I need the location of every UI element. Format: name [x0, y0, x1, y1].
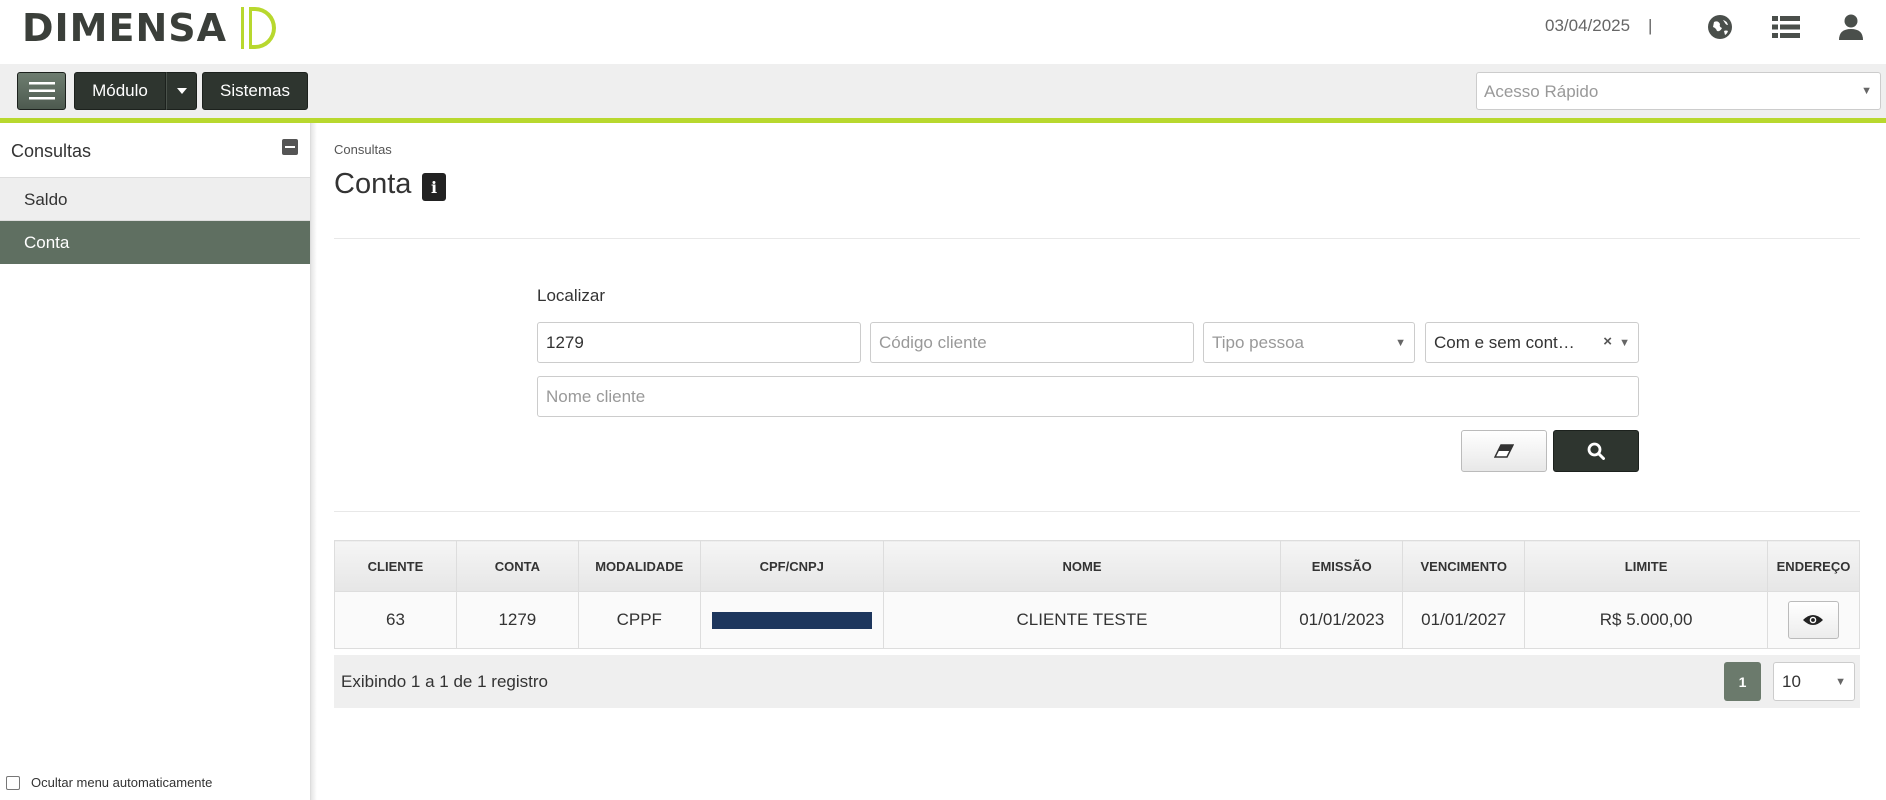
cell-conta: 1279 — [455, 591, 579, 649]
redacted-value — [711, 612, 872, 630]
sidebar-item-saldo[interactable]: Saldo — [0, 178, 310, 221]
module-dropdown-button[interactable] — [166, 72, 197, 110]
cell-modalidade: CPPF — [577, 591, 701, 649]
table-row[interactable]: 63 1279 CPPF CLIENTE TESTE 01/01/2023 01… — [334, 591, 1861, 649]
menu-toggle-button[interactable] — [17, 72, 66, 110]
client-code-input[interactable] — [870, 322, 1194, 363]
page-title: Conta — [334, 168, 412, 200]
search-button[interactable] — [1553, 430, 1639, 472]
cell-emissao: 01/01/2023 — [1280, 591, 1404, 649]
column-header-emissao[interactable]: EMISSÃO — [1280, 540, 1404, 592]
quick-access-select[interactable]: Acesso Rápido ▼ — [1476, 72, 1881, 110]
search-section-label: Localizar — [537, 286, 606, 305]
table-footer: Exibindo 1 a 1 de 1 registro 1 10 ▼ — [334, 655, 1860, 708]
cell-limite: R$ 5.000,00 — [1524, 591, 1768, 649]
sidebar-item-conta[interactable]: Conta — [0, 221, 310, 264]
auto-hide-checkbox[interactable] — [6, 775, 20, 790]
contract-filter-value: Com e sem cont… — [1434, 333, 1575, 352]
brand-logo: DIMENSA — [22, 4, 279, 52]
person-type-placeholder: Tipo pessoa — [1212, 333, 1304, 352]
column-header-nome[interactable]: NOME — [882, 540, 1282, 592]
client-name-input[interactable] — [537, 376, 1639, 417]
globe-icon[interactable] — [1705, 12, 1735, 42]
brand-mark-icon — [241, 7, 277, 49]
results-table: CLIENTE CONTA MODALIDADE CPF/CNPJ NOME E… — [334, 540, 1861, 649]
column-header-modalidade[interactable]: MODALIDADE — [577, 540, 701, 592]
sidebar: Consultas Saldo Conta Ocultar menu autom… — [0, 123, 311, 800]
contract-filter-select[interactable]: Com e sem cont… × ▼ — [1425, 322, 1639, 363]
clear-selection-icon[interactable]: × — [1603, 333, 1612, 350]
column-header-cliente[interactable]: CLIENTE — [334, 540, 457, 592]
auto-hide-label: Ocultar menu automaticamente — [31, 775, 213, 790]
divider — [334, 238, 1860, 239]
caret-down-icon: ▼ — [1861, 85, 1872, 97]
divider — [334, 511, 1860, 512]
caret-down-icon: ▼ — [1395, 337, 1406, 349]
eraser-icon — [1494, 444, 1514, 458]
brand-name: DIMENSA — [22, 6, 228, 50]
caret-down-icon: ▼ — [1835, 676, 1846, 688]
caret-down-icon — [176, 88, 187, 94]
collapse-icon[interactable] — [282, 139, 298, 155]
page-size-value: 10 — [1782, 672, 1801, 691]
column-header-cpf-cnpj[interactable]: CPF/CNPJ — [699, 540, 884, 592]
pagination-page-button[interactable]: 1 — [1724, 662, 1761, 701]
view-address-button[interactable] — [1787, 601, 1839, 639]
user-icon[interactable] — [1836, 12, 1866, 42]
sidebar-shadow — [311, 123, 317, 800]
eye-icon — [1803, 615, 1824, 625]
records-summary: Exibindo 1 a 1 de 1 registro — [341, 672, 548, 691]
table-header-row: CLIENTE CONTA MODALIDADE CPF/CNPJ NOME E… — [334, 540, 1861, 592]
caret-down-icon: ▼ — [1619, 337, 1630, 349]
quick-access-placeholder: Acesso Rápido — [1484, 82, 1599, 101]
list-icon[interactable] — [1771, 12, 1801, 42]
cell-cliente: 63 — [334, 591, 457, 649]
sidebar-header: Consultas — [0, 123, 310, 178]
column-header-conta[interactable]: CONTA — [455, 540, 579, 592]
column-header-limite[interactable]: LIMITE — [1524, 540, 1768, 592]
top-header: DIMENSA 03/04/2025 | — [0, 0, 1886, 64]
page-size-select[interactable]: 10 ▼ — [1773, 662, 1855, 701]
module-button[interactable]: Módulo — [74, 72, 166, 110]
sidebar-title: Consultas — [11, 141, 92, 161]
cell-vencimento: 01/01/2027 — [1402, 591, 1526, 649]
toolbar: Módulo Sistemas Acesso Rápido ▼ — [0, 64, 1886, 118]
cell-nome: CLIENTE TESTE — [882, 591, 1282, 649]
systems-button[interactable]: Sistemas — [202, 72, 308, 110]
cell-cpf-cnpj — [699, 591, 884, 649]
column-header-vencimento[interactable]: VENCIMENTO — [1402, 540, 1526, 592]
header-separator: | — [1648, 16, 1653, 35]
breadcrumb[interactable]: Consultas — [334, 142, 392, 157]
hamburger-icon — [28, 82, 55, 100]
auto-hide-option[interactable]: Ocultar menu automaticamente — [6, 775, 212, 790]
current-date: 03/04/2025 — [1545, 16, 1631, 35]
clear-filters-button[interactable] — [1461, 430, 1547, 472]
info-icon[interactable]: i — [422, 173, 446, 201]
person-type-select[interactable]: Tipo pessoa ▼ — [1203, 322, 1415, 363]
column-header-endereco: ENDEREÇO — [1766, 540, 1861, 592]
search-icon — [1587, 442, 1605, 460]
account-number-input[interactable] — [537, 322, 861, 363]
cell-endereco — [1766, 591, 1861, 649]
